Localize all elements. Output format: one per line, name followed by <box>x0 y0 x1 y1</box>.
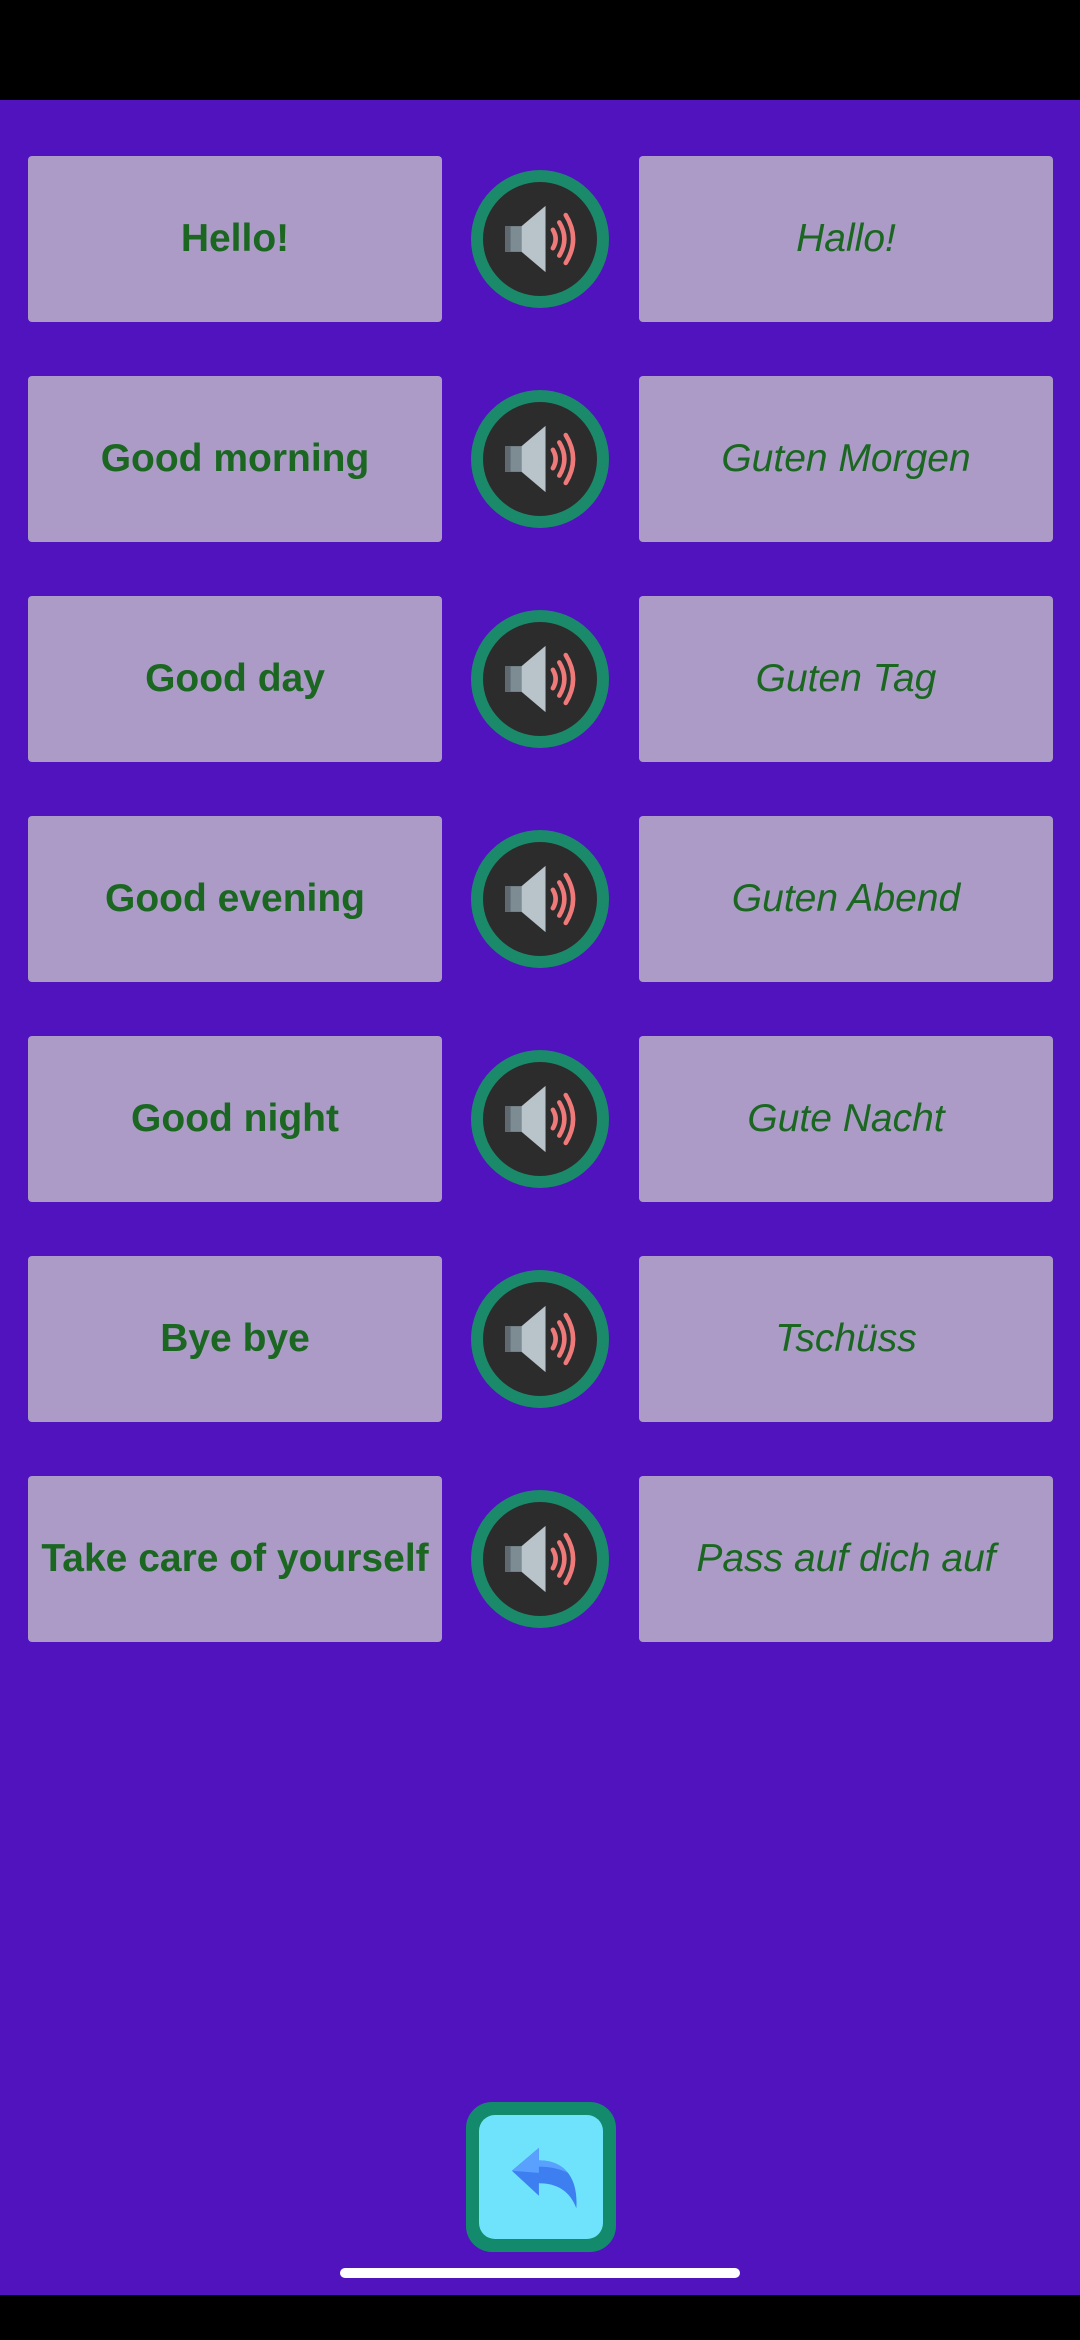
speaker-icon <box>483 402 597 516</box>
reply-arrow-icon <box>479 2115 603 2239</box>
german-phrase-card[interactable]: Tschüss <box>639 1256 1053 1422</box>
english-phrase-card[interactable]: Good day <box>28 596 442 762</box>
phrase-list-screen: Hello! Hallo! Good morning Guten Morgen … <box>0 100 1080 2295</box>
play-audio-button[interactable] <box>471 170 609 308</box>
speaker-icon <box>483 182 597 296</box>
speaker-icon <box>483 842 597 956</box>
phrase-row: Good morning Guten Morgen <box>0 376 1080 542</box>
phrase-row: Good day Guten Tag <box>0 596 1080 762</box>
back-button[interactable] <box>466 2102 616 2252</box>
german-phrase-card[interactable]: Guten Abend <box>639 816 1053 982</box>
german-phrase-card[interactable]: Guten Tag <box>639 596 1053 762</box>
phrase-row: Bye bye Tschüss <box>0 1256 1080 1422</box>
play-audio-button[interactable] <box>471 1270 609 1408</box>
english-phrase-card[interactable]: Good morning <box>28 376 442 542</box>
german-phrase-card[interactable]: Guten Morgen <box>639 376 1053 542</box>
german-phrase-card[interactable]: Gute Nacht <box>639 1036 1053 1202</box>
play-audio-button[interactable] <box>471 610 609 748</box>
speaker-icon <box>483 1282 597 1396</box>
home-indicator[interactable] <box>340 2268 740 2278</box>
speaker-icon <box>483 1062 597 1176</box>
phrase-row: Good night Gute Nacht <box>0 1036 1080 1202</box>
english-phrase-card[interactable]: Take care of yourself <box>28 1476 442 1642</box>
play-audio-button[interactable] <box>471 390 609 528</box>
speaker-icon <box>483 622 597 736</box>
phrase-row: Hello! Hallo! <box>0 156 1080 322</box>
phrase-row: Take care of yourself Pass auf dich auf <box>0 1476 1080 1642</box>
german-phrase-card[interactable]: Hallo! <box>639 156 1053 322</box>
play-audio-button[interactable] <box>471 830 609 968</box>
play-audio-button[interactable] <box>471 1050 609 1188</box>
play-audio-button[interactable] <box>471 1490 609 1628</box>
system-navigation-bar <box>0 2295 1080 2340</box>
german-phrase-card[interactable]: Pass auf dich auf <box>639 1476 1053 1642</box>
english-phrase-card[interactable]: Good night <box>28 1036 442 1202</box>
status-bar <box>0 0 1080 100</box>
phrase-row: Good evening Guten Abend <box>0 816 1080 982</box>
english-phrase-card[interactable]: Hello! <box>28 156 442 322</box>
speaker-icon <box>483 1502 597 1616</box>
english-phrase-card[interactable]: Bye bye <box>28 1256 442 1422</box>
english-phrase-card[interactable]: Good evening <box>28 816 442 982</box>
